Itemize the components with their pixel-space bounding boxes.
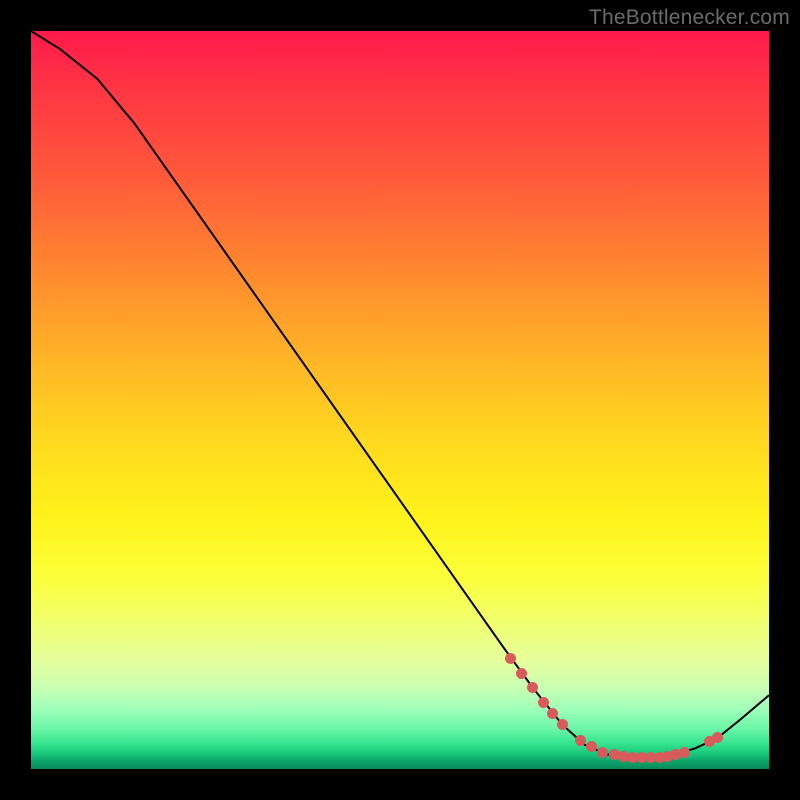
plot-area	[31, 31, 769, 769]
data-point	[586, 741, 597, 752]
data-point	[679, 747, 690, 758]
data-point	[557, 719, 568, 730]
data-point	[712, 732, 723, 743]
data-point	[575, 735, 586, 746]
data-point	[527, 682, 538, 693]
chart-stage: TheBottlenecker.com	[0, 0, 800, 800]
marker-layer	[31, 31, 769, 769]
data-point	[516, 668, 527, 679]
data-point	[505, 653, 516, 664]
data-point	[538, 697, 549, 708]
watermark-text: TheBottlenecker.com	[589, 6, 790, 30]
data-point	[547, 708, 558, 719]
data-point	[597, 747, 608, 758]
